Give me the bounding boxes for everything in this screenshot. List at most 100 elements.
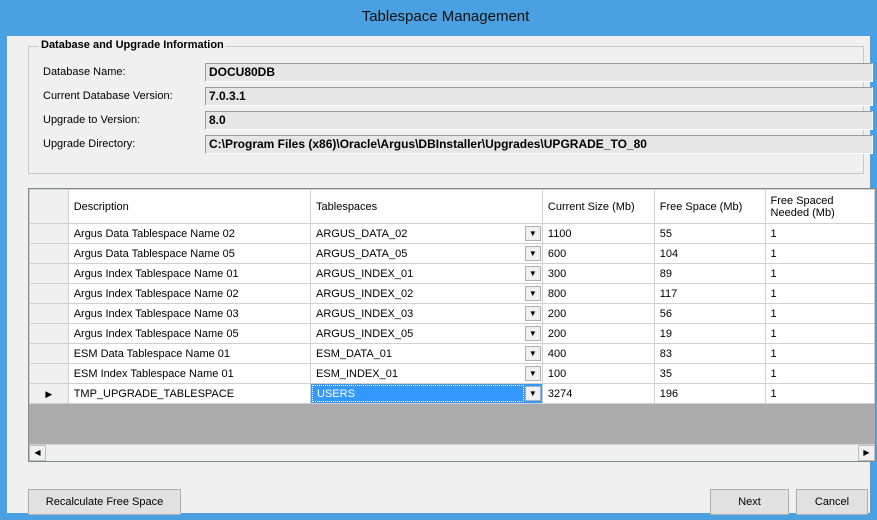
table-row[interactable]: ▶ TMP_UPGRADE_TABLESPACE USERS ▼ 3274 196 1: [29, 383, 875, 404]
tablespace-dropdown[interactable]: ARGUS_DATA_05 ▼: [310, 243, 543, 264]
row-header[interactable]: [29, 223, 69, 244]
row-header[interactable]: [29, 363, 69, 384]
free-space-cell[interactable]: 104: [653, 243, 766, 264]
free-needed-cell[interactable]: 1: [764, 363, 875, 384]
description-cell[interactable]: Argus Index Tablespace Name 02: [67, 283, 312, 304]
description-cell[interactable]: Argus Index Tablespace Name 01: [67, 263, 312, 284]
tablespace-dropdown[interactable]: ARGUS_DATA_02 ▼: [310, 223, 543, 244]
row-header[interactable]: [29, 303, 69, 324]
description-cell[interactable]: ESM Index Tablespace Name 01: [67, 363, 312, 384]
table-row[interactable]: Argus Index Tablespace Name 01 ARGUS_INDE…: [29, 263, 875, 284]
free-needed-cell[interactable]: 1: [764, 283, 875, 304]
tablespace-value: ESM_INDEX_01: [316, 367, 398, 380]
free-needed-cell[interactable]: 1: [764, 263, 875, 284]
table-row[interactable]: Argus Index Tablespace Name 05 ARGUS_INDE…: [29, 323, 875, 344]
table-row[interactable]: Argus Data Tablespace Name 02 ARGUS_DATA_…: [29, 223, 875, 244]
upgrade-version-label: Upgrade to Version:: [43, 114, 141, 126]
tablespace-dropdown[interactable]: ESM_DATA_01 ▼: [310, 343, 543, 364]
current-size-cell[interactable]: 200: [541, 303, 655, 324]
tablespace-dropdown[interactable]: ARGUS_INDEX_02 ▼: [310, 283, 543, 304]
tablespace-table: Description Tablespaces Current Size (Mb…: [29, 189, 875, 404]
next-button[interactable]: Next: [710, 489, 789, 515]
current-size-cell[interactable]: 3274: [541, 383, 655, 404]
cancel-label: Cancel: [814, 496, 850, 508]
free-space-cell[interactable]: 55: [653, 223, 766, 244]
row-header[interactable]: [29, 343, 69, 364]
description-cell[interactable]: Argus Data Tablespace Name 05: [67, 243, 312, 264]
free-space-cell[interactable]: 56: [653, 303, 766, 324]
tablespace-value: ARGUS_INDEX_03: [316, 307, 414, 320]
tablespace-dropdown[interactable]: ARGUS_INDEX_01 ▼: [310, 263, 543, 284]
upgrade-version-row: Upgrade to Version: 8.0: [39, 111, 873, 131]
column-header-current-size[interactable]: Current Size (Mb): [541, 189, 655, 224]
column-header-free-space[interactable]: Free Space (Mb): [653, 189, 766, 224]
column-header-description[interactable]: Description: [67, 189, 312, 224]
chevron-down-icon[interactable]: ▼: [524, 246, 541, 261]
row-header[interactable]: [29, 323, 69, 344]
chevron-down-icon[interactable]: ▼: [524, 366, 541, 381]
description-cell[interactable]: TMP_UPGRADE_TABLESPACE: [67, 383, 312, 404]
current-size-cell[interactable]: 800: [541, 283, 655, 304]
tablespace-dropdown[interactable]: ESM_INDEX_01 ▼: [310, 363, 543, 384]
table-row[interactable]: Argus Data Tablespace Name 05 ARGUS_DATA_…: [29, 243, 875, 264]
row-header[interactable]: [29, 263, 69, 284]
upgrade-info-title: Database and Upgrade Information: [39, 39, 226, 51]
arrow-right-icon[interactable]: ▶: [858, 445, 875, 461]
free-needed-cell[interactable]: 1: [764, 343, 875, 364]
row-header[interactable]: [29, 283, 69, 304]
chevron-down-icon[interactable]: ▼: [524, 226, 541, 241]
column-header-tablespaces[interactable]: Tablespaces: [310, 189, 543, 224]
current-version-field: 7.0.3.1: [205, 87, 873, 106]
upgrade-directory-field: C:\Program Files (x86)\Oracle\Argus\DBIn…: [205, 135, 873, 154]
upgrade-directory-row: Upgrade Directory: C:\Program Files (x86…: [39, 135, 873, 155]
table-row[interactable]: ESM Data Tablespace Name 01 ESM_DATA_01 ▼ 4…: [29, 343, 875, 364]
description-cell[interactable]: Argus Index Tablespace Name 03: [67, 303, 312, 324]
free-needed-cell[interactable]: 1: [764, 383, 875, 404]
free-space-cell[interactable]: 19: [653, 323, 766, 344]
free-space-cell[interactable]: 117: [653, 283, 766, 304]
table-row[interactable]: Argus Index Tablespace Name 03 ARGUS_INDE…: [29, 303, 875, 324]
chevron-down-icon[interactable]: ▼: [524, 266, 541, 281]
arrow-left-icon[interactable]: ◀: [29, 445, 46, 461]
free-needed-cell[interactable]: 1: [764, 303, 875, 324]
tablespace-grid[interactable]: Description Tablespaces Current Size (Mb…: [28, 188, 876, 462]
current-size-cell[interactable]: 1100: [541, 223, 655, 244]
current-size-cell[interactable]: 100: [541, 363, 655, 384]
chevron-down-icon[interactable]: ▼: [524, 306, 541, 321]
table-row[interactable]: Argus Index Tablespace Name 02 ARGUS_INDE…: [29, 283, 875, 304]
free-space-cell[interactable]: 35: [653, 363, 766, 384]
column-header-free-needed[interactable]: Free Spaced Needed (Mb): [764, 189, 875, 224]
free-space-cell[interactable]: 196: [653, 383, 766, 404]
row-pointer-icon: ▶: [45, 388, 53, 399]
description-cell[interactable]: Argus Index Tablespace Name 05: [67, 323, 312, 344]
next-label: Next: [738, 496, 761, 508]
tablespace-value: ARGUS_INDEX_05: [316, 327, 414, 340]
free-space-cell[interactable]: 89: [653, 263, 766, 284]
free-needed-cell[interactable]: 1: [764, 323, 875, 344]
tablespace-dropdown[interactable]: USERS ▼: [310, 383, 543, 404]
free-needed-cell[interactable]: 1: [764, 243, 875, 264]
horizontal-scrollbar[interactable]: ◀ ▶: [29, 444, 875, 461]
description-cell[interactable]: Argus Data Tablespace Name 02: [67, 223, 312, 244]
current-version-label: Current Database Version:: [43, 90, 173, 102]
chevron-down-icon[interactable]: ▼: [524, 346, 541, 361]
free-space-cell[interactable]: 83: [653, 343, 766, 364]
current-size-cell[interactable]: 400: [541, 343, 655, 364]
chevron-down-icon[interactable]: ▼: [524, 286, 541, 301]
table-row[interactable]: ESM Index Tablespace Name 01 ESM_INDEX_01…: [29, 363, 875, 384]
row-header[interactable]: ▶: [29, 383, 69, 404]
chevron-down-icon[interactable]: ▼: [524, 386, 541, 401]
upgrade-info-group: Database and Upgrade Information Databas…: [28, 39, 873, 174]
current-size-cell[interactable]: 200: [541, 323, 655, 344]
row-header[interactable]: [29, 243, 69, 264]
tablespace-dropdown[interactable]: ARGUS_INDEX_03 ▼: [310, 303, 543, 324]
recalculate-free-space-button[interactable]: Recalculate Free Space: [28, 489, 181, 515]
cancel-button[interactable]: Cancel: [796, 489, 868, 515]
description-cell[interactable]: ESM Data Tablespace Name 01: [67, 343, 312, 364]
tablespace-value: ARGUS_DATA_05: [316, 247, 408, 260]
free-needed-cell[interactable]: 1: [764, 223, 875, 244]
current-size-cell[interactable]: 300: [541, 263, 655, 284]
current-size-cell[interactable]: 600: [541, 243, 655, 264]
tablespace-dropdown[interactable]: ARGUS_INDEX_05 ▼: [310, 323, 543, 344]
chevron-down-icon[interactable]: ▼: [524, 326, 541, 341]
